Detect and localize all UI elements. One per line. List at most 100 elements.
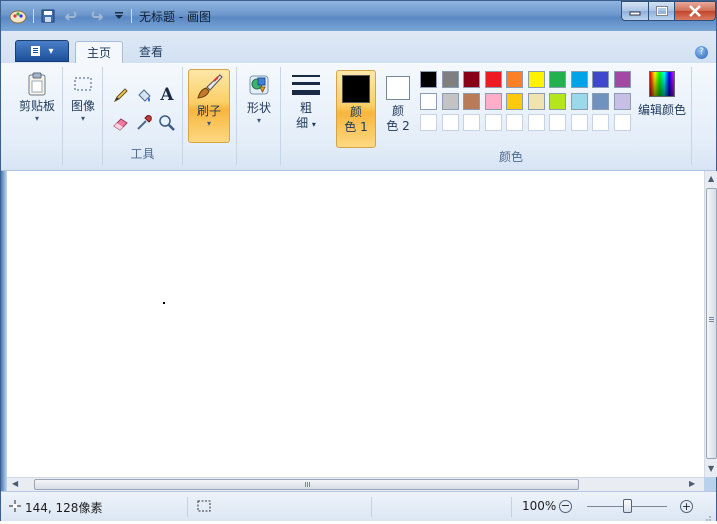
group-divider (691, 67, 692, 165)
custom-color-slot[interactable] (613, 114, 631, 131)
redo-icon[interactable] (89, 8, 103, 24)
save-icon[interactable] (41, 8, 55, 24)
color1-button[interactable]: 颜 色 1 (336, 70, 376, 148)
grip-icon (305, 482, 306, 487)
paint-menu-button[interactable]: ▾ (15, 40, 69, 62)
eraser-icon[interactable] (111, 113, 131, 133)
palette-color-swatch[interactable] (613, 92, 631, 110)
fill-bucket-icon[interactable] (134, 85, 154, 105)
palette-color-swatch[interactable] (549, 92, 566, 110)
magnifier-icon[interactable] (157, 113, 177, 133)
zoom-level: 100% (522, 499, 557, 513)
quick-access-dropdown-icon[interactable] (113, 8, 125, 24)
clipboard-button[interactable]: 剪贴板 ▾ (19, 69, 55, 124)
palette-color-swatch[interactable] (570, 92, 588, 110)
image-group: 图像 ▾ (63, 67, 103, 165)
chevron-down-icon: ▾ (48, 45, 54, 57)
chevron-down-icon: ▾ (206, 119, 211, 128)
custom-color-slot[interactable] (484, 114, 502, 131)
zoom-out-icon[interactable]: − (559, 500, 572, 513)
drawing-canvas[interactable] (7, 171, 704, 477)
size-group: 粗 细 ▾ (281, 67, 331, 165)
resize-grip-icon[interactable] (703, 510, 711, 521)
zoom-slider[interactable] (587, 499, 667, 513)
palette-color-swatch[interactable] (570, 71, 588, 88)
close-button[interactable] (674, 1, 716, 21)
palette-color-swatch[interactable] (549, 71, 566, 88)
brushes-label: 刷子 (196, 104, 221, 118)
color1-label-line1: 颜 (349, 105, 362, 119)
palette-color-swatch[interactable] (441, 92, 459, 110)
palette-color-swatch[interactable] (420, 71, 437, 88)
minimize-button[interactable] (621, 1, 649, 21)
custom-color-slot[interactable] (527, 114, 545, 131)
palette-color-swatch[interactable] (527, 71, 545, 88)
palette-color-swatch[interactable] (527, 92, 545, 110)
shapes-button[interactable]: 形状 ▾ (240, 69, 278, 126)
palette-color-swatch[interactable] (592, 92, 609, 110)
custom-color-slot[interactable] (506, 114, 523, 131)
scroll-right-arrow-icon[interactable]: ▶ (689, 479, 695, 488)
palette-color-swatch[interactable] (484, 71, 502, 88)
palette-color-swatch[interactable] (506, 71, 523, 88)
status-divider (511, 497, 512, 517)
edit-colors-button[interactable]: 编辑颜色 (637, 71, 687, 118)
tab-home[interactable]: 主页 (75, 41, 123, 63)
custom-color-slot[interactable] (463, 114, 480, 131)
color-picker-icon[interactable] (134, 113, 154, 133)
size-label-line2: 细 ▾ (296, 116, 316, 130)
vertical-scrollbar[interactable]: ▲ ▼ (704, 171, 717, 477)
color2-button[interactable]: 颜 色 2 (380, 70, 416, 148)
brush-icon (189, 70, 229, 104)
palette-color-swatch[interactable] (484, 92, 502, 110)
colors-group-label: 颜色 (498, 150, 523, 164)
horizontal-scrollbar[interactable]: ◀ ▶ (7, 477, 704, 491)
status-divider (187, 497, 188, 517)
undo-icon[interactable] (65, 8, 79, 24)
zoom-in-icon[interactable]: + (680, 500, 693, 513)
tab-view[interactable]: 查看 (129, 41, 173, 63)
custom-color-slot[interactable] (549, 114, 566, 131)
pencil-icon[interactable] (111, 85, 131, 105)
size-button[interactable]: 粗 细 ▾ (285, 69, 327, 132)
image-label: 图像 (70, 99, 95, 113)
help-icon[interactable]: ? (695, 46, 708, 59)
vertical-scroll-thumb[interactable] (706, 188, 717, 459)
palette-color-swatch[interactable] (441, 71, 459, 88)
image-button[interactable]: 图像 ▾ (65, 69, 101, 124)
palette-color-swatch[interactable] (506, 92, 523, 110)
edit-colors-label: 编辑颜色 (637, 103, 686, 117)
chevron-down-icon: ▾ (311, 120, 316, 129)
maximize-button[interactable] (648, 1, 675, 21)
paint-app-icon[interactable] (9, 8, 27, 24)
custom-color-slot[interactable] (592, 114, 609, 131)
zoom-slider-thumb[interactable] (622, 499, 632, 513)
scroll-down-arrow-icon[interactable]: ▼ (708, 464, 714, 473)
palette-color-swatch[interactable] (613, 71, 631, 88)
grip-icon (709, 317, 714, 318)
clipboard-label: 剪贴板 (19, 99, 56, 113)
palette-color-swatch[interactable] (592, 71, 609, 88)
shapes-group: 形状 ▾ (237, 67, 281, 165)
tools-group-label: 工具 (130, 147, 155, 161)
title-separator (33, 9, 34, 23)
shapes-icon (244, 69, 274, 101)
custom-color-slot[interactable] (570, 114, 588, 131)
chevron-down-icon: ▾ (34, 114, 39, 123)
color2-swatch (386, 76, 410, 100)
custom-color-slot[interactable] (420, 114, 437, 131)
tools-group: A 工具 (103, 67, 183, 165)
horizontal-scroll-thumb[interactable] (34, 479, 579, 490)
text-tool-icon[interactable]: A (157, 85, 177, 105)
select-icon (70, 69, 96, 99)
palette-color-swatch[interactable] (463, 92, 480, 110)
scroll-up-arrow-icon[interactable]: ▲ (708, 174, 714, 183)
palette-color-swatch[interactable] (420, 92, 437, 110)
status-divider (371, 497, 372, 517)
scroll-left-arrow-icon[interactable]: ◀ (12, 479, 18, 488)
title-bar: 无标题 - 画图 (1, 1, 716, 31)
palette-color-swatch[interactable] (463, 71, 480, 88)
canvas-dot (163, 302, 165, 304)
custom-color-slot[interactable] (441, 114, 459, 131)
brushes-button[interactable]: 刷子 ▾ (188, 69, 230, 143)
